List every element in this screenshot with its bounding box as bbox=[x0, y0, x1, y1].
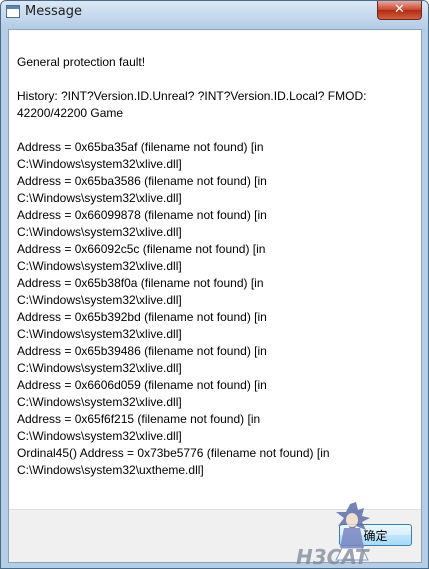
stack-trace-line: Address = 0x65ba35af (filename not found… bbox=[17, 140, 267, 171]
stack-trace-line: Address = 0x66092c5c (filename not found… bbox=[17, 242, 269, 273]
button-bar: 确定 bbox=[9, 509, 421, 562]
stack-trace-line: Address = 0x66099878 (filename not found… bbox=[17, 208, 271, 239]
message-dialog: Message ✕ General protection fault! Hist… bbox=[0, 0, 429, 569]
stack-trace-line: Ordinal45() Address = 0x73be5776 (filena… bbox=[17, 446, 333, 477]
error-heading: General protection fault! bbox=[17, 55, 146, 69]
window-title: Message bbox=[25, 4, 82, 19]
stack-trace-line: Address = 0x6606d059 (filename not found… bbox=[17, 378, 271, 409]
title-bar[interactable]: Message ✕ bbox=[1, 1, 428, 23]
error-message: General protection fault! History: ?INT?… bbox=[17, 54, 407, 479]
stack-trace-line: Address = 0x65f6f215 (filename not found… bbox=[17, 412, 264, 443]
ok-button[interactable]: 确定 bbox=[339, 524, 412, 546]
window-app-icon bbox=[6, 5, 20, 18]
stack-trace-line: Address = 0x65b39486 (filename not found… bbox=[17, 344, 271, 375]
close-button[interactable]: ✕ bbox=[377, 1, 422, 20]
close-icon: ✕ bbox=[394, 2, 405, 17]
stack-trace-line: Address = 0x65ba3586 (filename not found… bbox=[17, 174, 271, 205]
dialog-body: General protection fault! History: ?INT?… bbox=[8, 29, 422, 563]
stack-trace-line: Address = 0x65b392bd (filename not found… bbox=[17, 310, 271, 341]
error-history: History: ?INT?Version.ID.Unreal? ?INT?Ve… bbox=[17, 89, 370, 120]
stack-trace-line: Address = 0x65b38f0a (filename not found… bbox=[17, 276, 267, 307]
